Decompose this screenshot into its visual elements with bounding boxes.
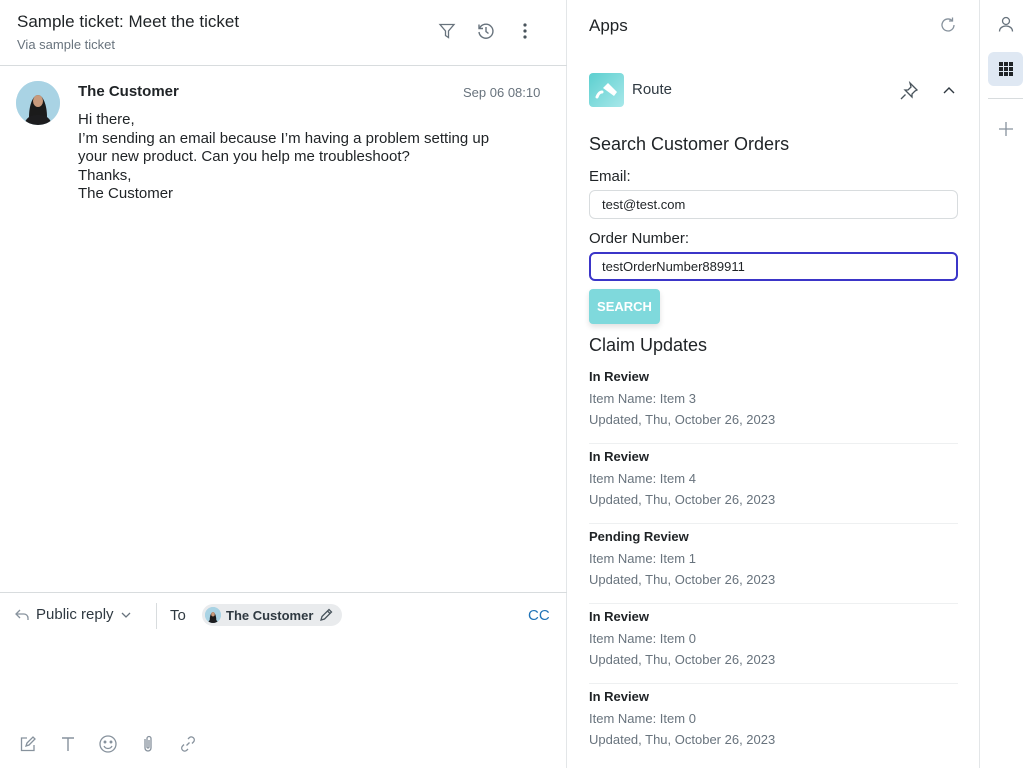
claim-updated: Updated, Thu, October 26, 2023 (589, 572, 776, 587)
claim-item: In Review Item Name: Item 4 Updated, Thu… (589, 444, 958, 524)
link-icon[interactable] (177, 733, 199, 755)
claim-item: In Review Item Name: Item 0 Updated, Thu… (589, 684, 958, 764)
message-line: your new product. Can you help me troubl… (78, 148, 410, 165)
reply-type-dropdown[interactable]: Public reply (14, 606, 132, 623)
order-number-field[interactable] (589, 252, 958, 281)
ticket-header: Sample ticket: Meet the ticket Via sampl… (0, 0, 567, 66)
claims-list: In Review Item Name: Item 3 Updated, Thu… (589, 364, 958, 764)
claim-item-name: Item Name: Item 4 (589, 471, 696, 486)
attachment-icon[interactable] (137, 733, 159, 755)
claim-item-name: Item Name: Item 0 (589, 711, 696, 726)
app-name: Route (632, 81, 673, 98)
message-line: The Customer (78, 185, 174, 202)
message-body: Hi there, I’m sending an email because I… (78, 111, 538, 204)
more-vertical-icon[interactable] (514, 20, 536, 42)
chevron-up-icon[interactable] (938, 80, 960, 102)
order-number-label: Order Number: (589, 230, 690, 247)
ticket-subtitle: Via sample ticket (17, 37, 116, 52)
filter-icon[interactable] (436, 20, 458, 42)
apps-grid-icon[interactable] (988, 52, 1023, 86)
context-rail (980, 0, 1024, 768)
ticket-title: Sample ticket: Meet the ticket (17, 12, 240, 31)
claim-item: In Review Item Name: Item 0 Updated, Thu… (589, 604, 958, 684)
claim-status: Pending Review (589, 529, 689, 544)
reply-type-label: Public reply (36, 606, 114, 623)
cc-button[interactable]: CC (528, 607, 550, 624)
claim-item: Pending Review Item Name: Item 1 Updated… (589, 524, 958, 604)
rail-divider (988, 98, 1023, 99)
email-label: Email: (589, 168, 631, 185)
composer-toolbar (17, 733, 199, 755)
search-orders-title: Search Customer Orders (589, 134, 790, 154)
claim-updates-title: Claim Updates (589, 335, 708, 355)
message-line: I’m sending an email because I’m having … (78, 129, 490, 147)
message-timestamp: Sep 06 08:10 (463, 85, 541, 100)
pin-icon[interactable] (898, 80, 920, 102)
apps-title: Apps (589, 16, 628, 35)
recipient-avatar (205, 607, 221, 623)
chevron-down-icon (121, 612, 131, 618)
email-field[interactable] (589, 190, 958, 219)
route-logo-icon (589, 73, 624, 107)
compose-icon[interactable] (17, 733, 39, 755)
claim-status: In Review (589, 609, 649, 624)
claim-status: In Review (589, 689, 649, 704)
claim-item-name: Item Name: Item 3 (589, 391, 696, 406)
claim-status: In Review (589, 449, 649, 464)
ticket-panel: Sample ticket: Meet the ticket Via sampl… (0, 0, 567, 768)
claim-updated: Updated, Thu, October 26, 2023 (589, 732, 776, 747)
app-root: Sample ticket: Meet the ticket Via sampl… (0, 0, 1024, 768)
claim-item-name: Item Name: Item 1 (589, 551, 696, 566)
message-line: Hi there, (78, 111, 135, 128)
edit-pencil-icon (320, 608, 333, 621)
emoji-icon[interactable] (97, 733, 119, 755)
user-icon[interactable] (988, 7, 1023, 41)
to-label: To (170, 607, 186, 624)
reply-composer: Public reply To The Customer CC (0, 592, 567, 768)
claim-item-name: Item Name: Item 0 (589, 631, 696, 646)
message-author: The Customer (78, 83, 179, 100)
customer-avatar (16, 81, 60, 125)
search-button[interactable]: SEARCH (589, 289, 660, 324)
claim-updated: Updated, Thu, October 26, 2023 (589, 492, 776, 507)
history-icon[interactable] (475, 20, 497, 42)
add-icon[interactable] (988, 112, 1023, 146)
refresh-icon[interactable] (937, 14, 959, 36)
message-line: Thanks, (78, 166, 132, 184)
claim-status: In Review (589, 369, 649, 384)
divider (156, 603, 157, 629)
claim-updated: Updated, Thu, October 26, 2023 (589, 412, 776, 427)
claim-updated: Updated, Thu, October 26, 2023 (589, 652, 776, 667)
recipient-name: The Customer (226, 607, 314, 623)
claim-item: In Review Item Name: Item 3 Updated, Thu… (589, 364, 958, 444)
recipient-chip[interactable]: The Customer (202, 604, 343, 626)
apps-panel: Apps Route Search Customer Orders Email:… (567, 0, 980, 768)
text-format-icon[interactable] (57, 733, 79, 755)
